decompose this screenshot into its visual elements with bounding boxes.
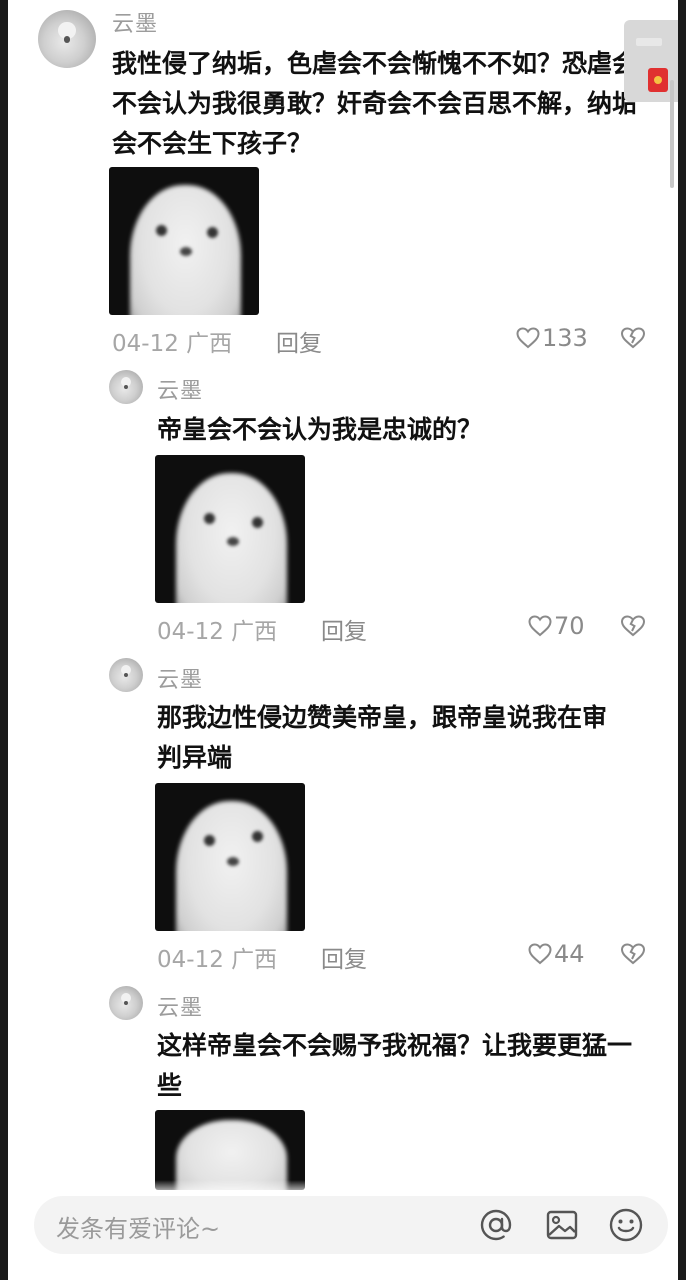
reply-button[interactable]: 回复 bbox=[321, 612, 367, 646]
at-sign-icon bbox=[480, 1209, 512, 1241]
dislike-button[interactable] bbox=[620, 942, 646, 970]
dislike-button[interactable] bbox=[620, 326, 646, 354]
comment-text: 那我边性侵边赞美帝皇，跟帝皇说我在审判异端 bbox=[157, 703, 608, 772]
comment-username[interactable]: 云墨 bbox=[157, 373, 203, 405]
user-avatar[interactable] bbox=[109, 370, 143, 404]
broken-heart-icon bbox=[620, 943, 646, 965]
comment-input-bar[interactable]: 发条有爱评论~ bbox=[34, 1196, 668, 1254]
comment-location: 广西 bbox=[231, 619, 278, 645]
comment-text: 我性侵了纳垢，色虐会不会惭愧不不如？恐虐会不会认为我很勇敢？奸奇会不会百思不解，… bbox=[112, 49, 638, 158]
reply-button[interactable]: 回复 bbox=[276, 324, 322, 358]
bottom-fade bbox=[8, 1180, 678, 1196]
user-avatar[interactable] bbox=[109, 658, 143, 692]
like-button[interactable]: 70 bbox=[528, 612, 585, 640]
user-avatar[interactable] bbox=[109, 986, 143, 1020]
comment-date: 04-12 bbox=[112, 331, 179, 357]
comment-location: 广西 bbox=[231, 947, 278, 973]
image-icon bbox=[546, 1210, 578, 1240]
comment-date: 04-12 bbox=[157, 619, 224, 645]
broken-heart-icon bbox=[620, 327, 646, 349]
comment-meta: 04-12 广西 bbox=[157, 612, 277, 646]
comment-meta: 04-12 广西 bbox=[112, 324, 232, 358]
like-button[interactable]: 44 bbox=[528, 940, 585, 968]
heart-outline-icon bbox=[528, 615, 552, 637]
reply-button[interactable]: 回复 bbox=[321, 940, 367, 974]
comment-date: 04-12 bbox=[157, 947, 224, 973]
comment-sticker-image[interactable] bbox=[155, 783, 305, 931]
like-count: 44 bbox=[554, 940, 585, 968]
like-count: 70 bbox=[554, 612, 585, 640]
comment-input-placeholder[interactable]: 发条有爱评论~ bbox=[56, 1209, 220, 1244]
dislike-button[interactable] bbox=[620, 614, 646, 642]
comment-section: 云墨 我性侵了纳垢，色虐会不会惭愧不不如？恐虐会不会认为我很勇敢？奸奇会不会百思… bbox=[8, 0, 678, 1280]
comment-location: 广西 bbox=[186, 331, 233, 357]
comment-sticker-image[interactable] bbox=[155, 455, 305, 603]
image-button[interactable] bbox=[542, 1205, 582, 1245]
comment-sticker-image[interactable] bbox=[155, 1110, 305, 1190]
red-envelope-icon bbox=[648, 68, 668, 92]
heart-outline-icon bbox=[516, 327, 540, 349]
mention-button[interactable] bbox=[476, 1205, 516, 1245]
comment-username[interactable]: 云墨 bbox=[112, 6, 158, 38]
comment-username[interactable]: 云墨 bbox=[157, 662, 203, 694]
emoji-button[interactable] bbox=[606, 1205, 646, 1245]
comment-sticker-image[interactable] bbox=[109, 167, 259, 315]
like-count: 133 bbox=[542, 324, 588, 352]
heart-outline-icon bbox=[528, 943, 552, 965]
emoji-smile-icon bbox=[609, 1208, 643, 1242]
comment-username[interactable]: 云墨 bbox=[157, 990, 203, 1022]
like-button[interactable]: 133 bbox=[516, 324, 588, 352]
user-avatar[interactable] bbox=[38, 10, 96, 68]
scrollbar[interactable] bbox=[670, 80, 674, 188]
comment-text: 帝皇会不会认为我是忠诚的？ bbox=[157, 415, 483, 444]
comment-meta: 04-12 广西 bbox=[157, 940, 277, 974]
broken-heart-icon bbox=[620, 615, 646, 637]
comment-text: 这样帝皇会不会赐予我祝福？让我要更猛一些 bbox=[157, 1031, 633, 1100]
